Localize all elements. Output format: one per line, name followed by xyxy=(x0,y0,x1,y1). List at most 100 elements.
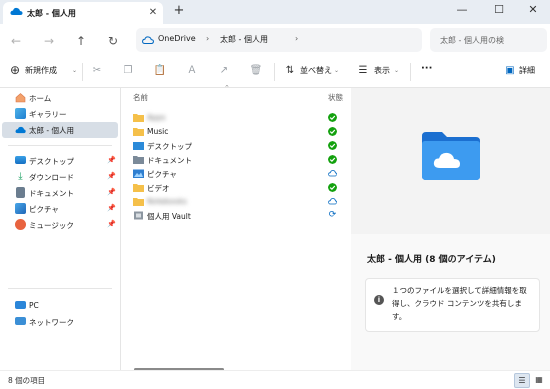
list-item[interactable]: ドキュメント xyxy=(121,153,349,167)
file-name: Notebooks xyxy=(147,197,187,206)
sidebar-item-label: ドキュメント xyxy=(29,189,74,198)
forward-button[interactable]: → xyxy=(40,32,58,50)
more-options-button[interactable]: ··· xyxy=(421,63,432,74)
sync-pending-icon: ⟳ xyxy=(328,210,337,220)
file-name: ビデオ xyxy=(147,184,170,193)
maximize-button[interactable]: ☐ xyxy=(482,0,516,22)
cloud-only-icon xyxy=(328,170,337,177)
column-header-status[interactable]: 状態 xyxy=(328,92,343,103)
details-title: 太郎 - 個人用 (8 個のアイテム) xyxy=(367,255,496,265)
view-icon: ☰ xyxy=(358,65,368,76)
search-input[interactable]: 太郎 - 個人用の検 xyxy=(430,28,547,52)
pin-icon: 📌 xyxy=(107,220,116,228)
sidebar-item-label: PC xyxy=(29,301,39,310)
chevron-down-icon: ⌄ xyxy=(334,67,340,74)
navigation-pane: ホーム ギャラリー 太郎 - 個人用 デスクトップ 📌 ⤓ ダウンロード 📌 ド… xyxy=(0,88,121,370)
breadcrumb-expand-chevron[interactable]: › xyxy=(295,34,298,43)
new-plus-icon: ⊕ xyxy=(9,63,21,77)
onedrive-cloud-icon xyxy=(142,36,154,44)
synced-check-icon xyxy=(328,183,337,192)
gallery-icon xyxy=(15,108,26,119)
sidebar-item-label: デスクトップ xyxy=(29,157,74,166)
command-bar: ⊕ 新規作成 ⌄ ✂ ❐ 📋 Ａ ↗ 🗑 ⇅ 並べ替え ⌄ ☰ 表示 ⌄ ···… xyxy=(0,57,550,88)
sidebar-item-label: ホーム xyxy=(29,94,52,103)
breadcrumb-current[interactable]: 太郎 - 個人用 xyxy=(220,34,268,45)
list-item[interactable]: Music xyxy=(121,125,349,139)
paste-icon[interactable]: 📋 xyxy=(153,64,167,78)
file-name: ドキュメント xyxy=(147,156,192,165)
tab-onedrive[interactable]: 太郎 - 個人用 ✕ xyxy=(3,2,163,24)
up-button[interactable]: ↑ xyxy=(72,32,90,50)
new-tab-button[interactable]: + xyxy=(171,3,187,19)
share-icon[interactable]: ↗ xyxy=(217,64,231,78)
tiles-view-icon[interactable]: ▦ xyxy=(532,373,546,386)
new-button[interactable]: 新規作成 xyxy=(25,65,57,76)
download-arrow-icon: ⤓ xyxy=(18,171,23,182)
column-header-name[interactable]: 名前 xyxy=(133,92,148,103)
sidebar-item-home[interactable]: ホーム xyxy=(0,90,118,106)
folder-icon xyxy=(133,198,144,206)
breadcrumb-onedrive[interactable]: OneDrive xyxy=(158,34,196,43)
rename-icon[interactable]: Ａ xyxy=(185,64,199,78)
info-icon: i xyxy=(374,295,384,305)
documents-folder-icon xyxy=(133,156,144,164)
pin-icon: 📌 xyxy=(107,156,116,164)
divider xyxy=(8,288,112,289)
delete-icon[interactable]: 🗑 xyxy=(249,64,263,78)
address-bar[interactable]: OneDrive › 太郎 - 個人用 › xyxy=(136,28,422,52)
sidebar-item-pictures[interactable]: ピクチャ 📌 xyxy=(0,201,118,217)
navigation-bar: ← → ↑ ↻ OneDrive › 太郎 - 個人用 › 太郎 - 個人用の検 xyxy=(0,24,550,56)
sidebar-item-label: 太郎 - 個人用 xyxy=(29,126,74,135)
breadcrumb-separator[interactable]: › xyxy=(206,34,209,43)
details-pane-icon: ▣ xyxy=(505,65,515,76)
sidebar-item-network[interactable]: ネットワーク xyxy=(0,314,118,330)
copy-icon[interactable]: ❐ xyxy=(121,64,135,78)
sidebar-item-label: ピクチャ xyxy=(29,205,59,214)
minimize-button[interactable]: — xyxy=(445,0,479,22)
desktop-icon xyxy=(15,156,26,164)
cloud-only-icon xyxy=(328,198,337,205)
back-button[interactable]: ← xyxy=(7,32,25,50)
list-item[interactable]: デスクトップ xyxy=(121,139,349,153)
details-pane-button[interactable]: 詳細 xyxy=(519,65,535,76)
sidebar-item-pc[interactable]: PC xyxy=(0,298,118,314)
search-placeholder: 太郎 - 個人用の検 xyxy=(440,36,504,45)
close-window-button[interactable]: ✕ xyxy=(516,0,550,22)
music-icon xyxy=(15,219,26,230)
details-view-icon[interactable]: ☰ xyxy=(514,373,530,388)
home-icon xyxy=(15,93,26,103)
desktop-folder-icon xyxy=(133,142,144,150)
sidebar-item-label: ギャラリー xyxy=(29,110,67,119)
document-icon xyxy=(16,187,25,198)
synced-check-icon xyxy=(328,127,337,136)
pictures-icon xyxy=(15,203,26,214)
file-name: Music xyxy=(147,127,169,136)
list-item[interactable]: ピクチャ xyxy=(121,167,349,181)
folder-icon xyxy=(133,114,144,122)
sidebar-item-gallery[interactable]: ギャラリー xyxy=(0,106,118,122)
sort-button[interactable]: 並べ替え xyxy=(300,65,332,76)
view-button[interactable]: 表示 xyxy=(374,65,390,76)
vault-icon xyxy=(134,211,143,220)
tab-close-icon[interactable]: ✕ xyxy=(146,6,160,20)
list-item[interactable]: Notebooks xyxy=(121,195,349,209)
pin-icon: 📌 xyxy=(107,188,116,196)
divider xyxy=(410,63,411,81)
file-list: ⌃ 名前 状態 Apps Music デスクトップ ドキュメント ピクチャ ビデ… xyxy=(121,84,350,371)
list-item[interactable]: Apps xyxy=(121,111,349,125)
sidebar-item-music[interactable]: ミュージック 📌 xyxy=(0,217,118,233)
chevron-down-icon: ⌄ xyxy=(72,67,78,74)
sidebar-item-desktop[interactable]: デスクトップ 📌 xyxy=(0,153,118,169)
sidebar-item-onedrive-personal[interactable]: 太郎 - 個人用 xyxy=(2,122,118,138)
sidebar-item-downloads[interactable]: ⤓ ダウンロード 📌 xyxy=(0,169,118,185)
refresh-button[interactable]: ↻ xyxy=(104,32,122,50)
info-card: i １つのファイルを選択して詳細情報を取得し、クラウド コンテンツを共有します。 xyxy=(365,278,540,332)
pc-monitor-icon xyxy=(15,301,26,309)
list-item[interactable]: 個人用 Vault ⟳ xyxy=(121,209,349,223)
info-text: １つのファイルを選択して詳細情報を取得し、クラウド コンテンツを共有します。 xyxy=(392,286,527,321)
list-item[interactable]: ビデオ xyxy=(121,181,349,195)
cut-icon[interactable]: ✂ xyxy=(90,64,104,78)
network-icon xyxy=(15,317,26,325)
sidebar-item-documents[interactable]: ドキュメント 📌 xyxy=(0,185,118,201)
pictures-folder-icon xyxy=(133,169,144,178)
